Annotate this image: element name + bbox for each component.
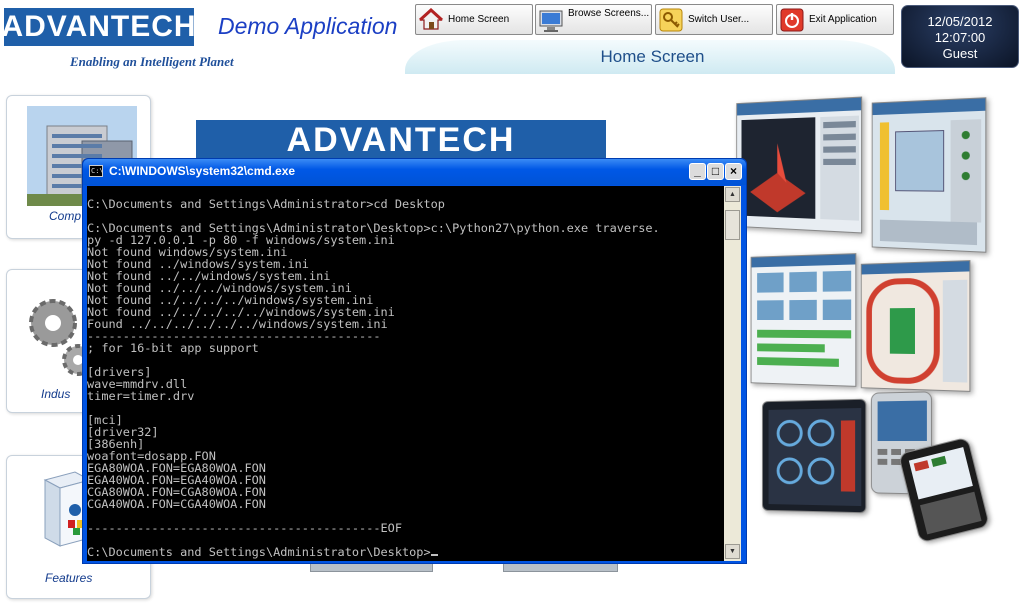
console-output-text: C:\Documents and Settings\Administrator>… [87, 197, 660, 559]
screen-title: Home Screen [600, 47, 705, 66]
maximize-button[interactable]: □ [707, 163, 724, 180]
exit-application-button[interactable]: Exit Application [776, 4, 894, 35]
scrollbar-thumb[interactable] [725, 210, 740, 240]
cmd-prompt-icon: C:\ [89, 165, 104, 177]
maximize-icon: □ [711, 164, 720, 178]
scroll-up-arrow-icon[interactable]: ▲ [725, 187, 740, 202]
advantech-logo: ADVANTECH [1, 8, 197, 46]
console-cursor [430, 554, 438, 556]
smartphone-image [897, 436, 991, 544]
current-user: Guest [942, 46, 978, 61]
company-card-label: Comp [49, 209, 82, 223]
console-output-area[interactable]: C:\Documents and Settings\Administrator>… [87, 186, 724, 561]
vertical-scrollbar[interactable]: ▲ ▼ [724, 186, 741, 561]
scroll-down-arrow-icon[interactable]: ▼ [725, 544, 740, 559]
cmd-window-title: C:\WINDOWS\system32\cmd.exe [109, 164, 296, 178]
switch-user-button[interactable]: Switch User... [655, 4, 773, 35]
company-tagline: Enabling an Intelligent Planet [70, 54, 234, 69]
industry-card-label: Indus [41, 387, 71, 401]
minimize-icon: _ [694, 164, 701, 178]
house-icon [418, 7, 444, 33]
advantech-banner: ADVANTECH [196, 120, 606, 160]
cmd-window[interactable]: C:\ C:\WINDOWS\system32\cmd.exe _ □ × C:… [82, 158, 747, 564]
current-time: 12:07:00 [934, 30, 986, 45]
switch-user-label: Switch User... [688, 14, 750, 25]
close-icon: × [729, 164, 737, 178]
screenshot-tablet-gauges [761, 398, 867, 514]
features-card-label: Features [45, 571, 93, 585]
browse-screens-label: Browse Screens... [568, 8, 650, 19]
screenshot-process-grid [750, 253, 857, 387]
monitor-icon [538, 8, 564, 34]
key-icon [658, 7, 684, 33]
current-date: 12/05/2012 [927, 14, 993, 29]
screenshot-track-layout [860, 260, 971, 392]
app-title: Demo Application [218, 13, 398, 39]
screenshot-machine-panel [871, 97, 987, 253]
home-screen-label: Home Screen [448, 14, 510, 25]
screenshot-3d-chart [736, 96, 863, 234]
datetime-user-panel: 12/05/2012 12:07:00 Guest [901, 5, 1019, 68]
close-button[interactable]: × [725, 163, 742, 180]
exit-application-label: Exit Application [809, 14, 877, 25]
banner-text: ADVANTECH [286, 121, 516, 159]
cmd-titlebar[interactable]: C:\ C:\WINDOWS\system32\cmd.exe _ □ × [83, 159, 746, 185]
power-icon [779, 7, 805, 33]
minimize-button[interactable]: _ [689, 163, 706, 180]
browse-screens-button[interactable]: Browse Screens... [535, 4, 652, 35]
home-screen-button[interactable]: Home Screen [415, 4, 533, 35]
logo-text: ADVANTECH [1, 10, 197, 43]
